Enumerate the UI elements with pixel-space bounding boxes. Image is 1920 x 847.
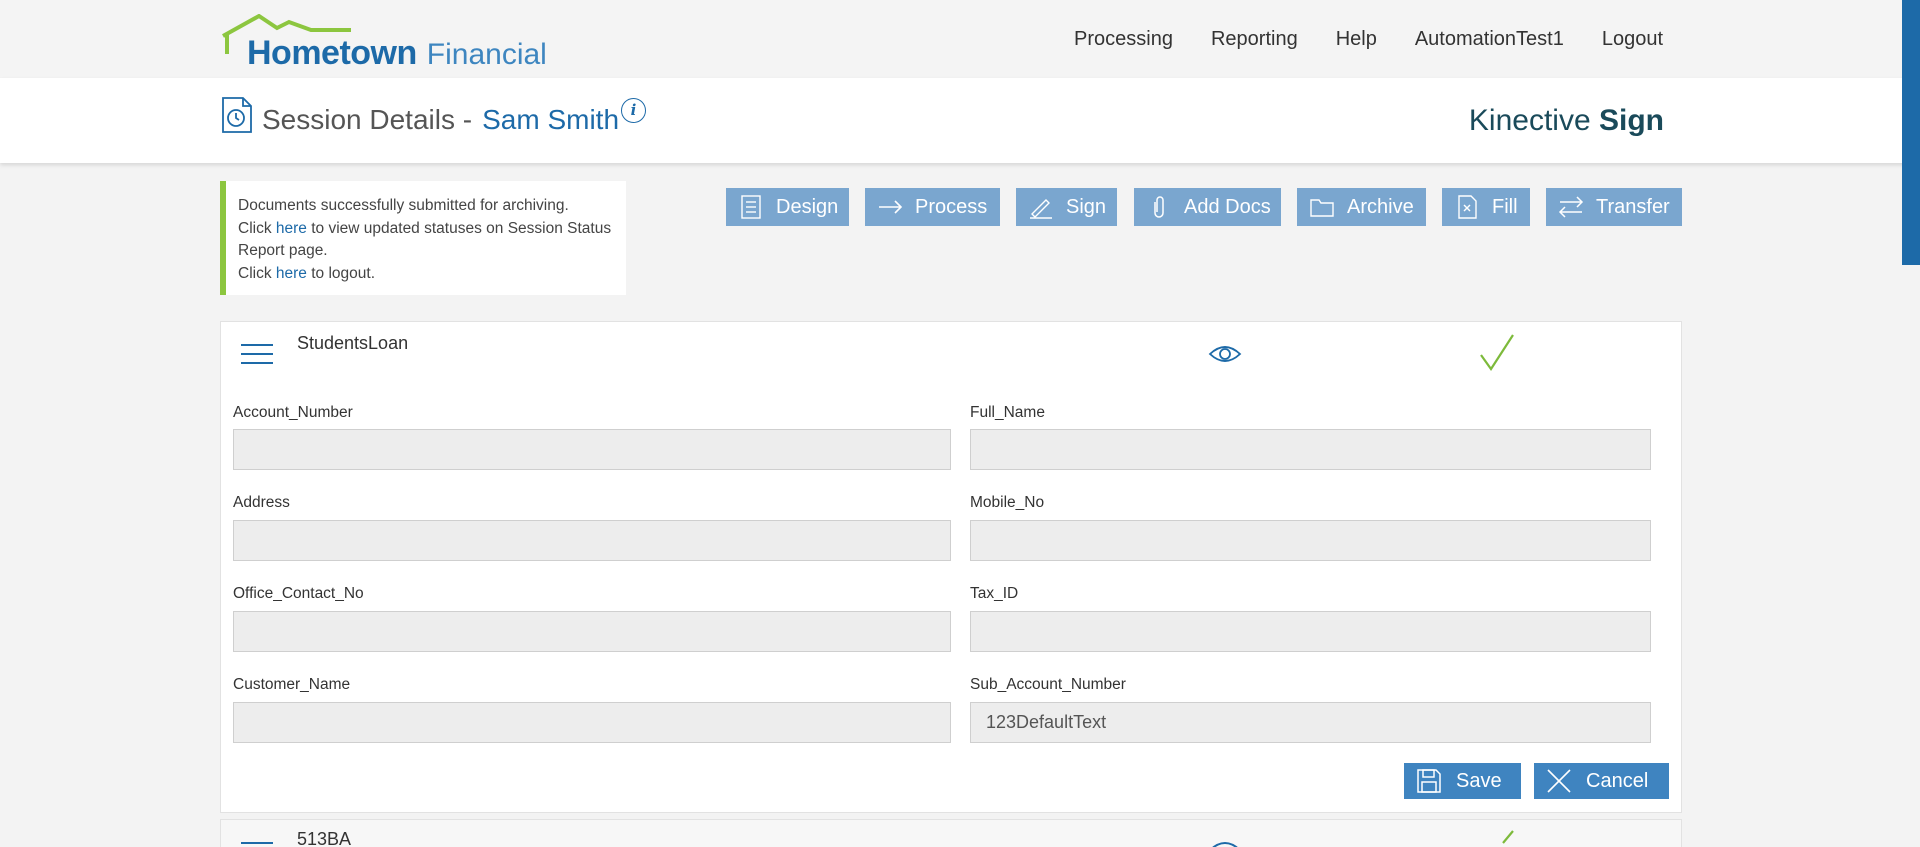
- process-button-label: Process: [915, 195, 988, 218]
- office-contact-no-label: Office_Contact_No: [233, 585, 364, 602]
- tax-id-input[interactable]: [970, 611, 1651, 652]
- nav-help[interactable]: Help: [1336, 28, 1377, 51]
- logo-main-text: Hometown: [247, 34, 417, 72]
- list-icon: [741, 195, 761, 219]
- product-brand: Kinective Sign: [1469, 104, 1664, 138]
- floppy-disk-icon: [1417, 769, 1441, 793]
- session-status-report-link[interactable]: here: [276, 220, 307, 237]
- checkmark-icon: [1480, 334, 1514, 371]
- document-form-panel: StudentsLoan Account_Number Full_Name Ad…: [220, 321, 1682, 813]
- tax-id-label: Tax_ID: [970, 585, 1019, 602]
- logo-sub-text: Financial: [426, 38, 547, 71]
- checkmark-icon: [1502, 830, 1514, 844]
- design-button-label: Design: [776, 195, 839, 218]
- save-button-label: Save: [1456, 769, 1502, 792]
- add-docs-button-label: Add Docs: [1184, 195, 1271, 218]
- notice-line-2: Click here to view updated statuses on S…: [238, 218, 612, 263]
- sign-button-label: Sign: [1066, 195, 1107, 218]
- scrollbar-thumb[interactable]: [1902, 0, 1920, 265]
- sub-account-number-label: Sub_Account_Number: [970, 676, 1126, 693]
- notice-line-3-prefix: Click: [238, 264, 276, 282]
- session-title-label: Session Details -: [262, 104, 473, 135]
- mobile-no-label: Mobile_No: [970, 494, 1045, 511]
- document-name: StudentsLoan: [297, 333, 409, 353]
- nav-logout[interactable]: Logout: [1602, 28, 1663, 51]
- transfer-button-label: Transfer: [1596, 195, 1670, 218]
- archive-button-label: Archive: [1347, 195, 1414, 218]
- hometown-financial-logo[interactable]: Hometown Financial: [221, 14, 561, 74]
- save-button[interactable]: Save: [1404, 763, 1521, 799]
- close-icon: [1547, 769, 1571, 793]
- sub-account-number-input[interactable]: [970, 702, 1651, 743]
- document-name: 513BA: [297, 829, 352, 847]
- nav-reporting[interactable]: Reporting: [1211, 28, 1298, 51]
- session-title-bar: Session Details - Sam Smith i Kinective S…: [0, 78, 1920, 163]
- info-icon[interactable]: i: [621, 98, 646, 123]
- notice-line-2-prefix: Click: [238, 219, 276, 237]
- swap-arrows-icon: [1558, 196, 1584, 218]
- top-header: Hometown Financial Processing Reporting H…: [0, 0, 1920, 78]
- document-x-icon: [1458, 195, 1477, 219]
- address-input[interactable]: [233, 520, 951, 561]
- document-history-icon: [222, 97, 252, 133]
- fill-button[interactable]: Fill: [1442, 188, 1530, 226]
- hamburger-menu-icon[interactable]: [241, 842, 273, 847]
- archive-button[interactable]: Archive: [1297, 188, 1426, 226]
- paperclip-icon: [1154, 196, 1164, 218]
- success-notification: Documents successfully submitted for arc…: [220, 181, 626, 295]
- eye-icon[interactable]: [1208, 838, 1242, 847]
- add-docs-button[interactable]: Add Docs: [1134, 188, 1281, 226]
- page-title: Session Details - Sam Smith: [262, 104, 619, 136]
- customer-name-input[interactable]: [233, 702, 951, 743]
- cancel-button[interactable]: Cancel: [1534, 763, 1669, 799]
- full-name-label: Full_Name: [970, 404, 1045, 421]
- cancel-button-label: Cancel: [1586, 769, 1649, 792]
- notice-line-3-suffix: to logout.: [306, 264, 375, 282]
- nav-processing[interactable]: Processing: [1074, 28, 1173, 51]
- folder-icon: [1310, 199, 1334, 217]
- notice-line-3: Click here to logout.: [238, 263, 612, 286]
- brand-prefix: Kinective: [1468, 104, 1591, 137]
- transfer-button[interactable]: Transfer: [1546, 188, 1682, 226]
- pen-icon: [1030, 199, 1052, 219]
- eye-icon[interactable]: [1208, 342, 1242, 366]
- hamburger-menu-icon[interactable]: [241, 344, 273, 366]
- nav-user[interactable]: AutomationTest1: [1415, 28, 1564, 51]
- notice-line-1: Documents successfully submitted for arc…: [238, 197, 569, 214]
- brand-suffix: Sign: [1599, 104, 1664, 137]
- session-customer-name: Sam Smith: [482, 104, 620, 135]
- full-name-input[interactable]: [970, 429, 1651, 470]
- sign-button[interactable]: Sign: [1016, 188, 1117, 226]
- account-number-label: Account_Number: [233, 404, 353, 421]
- design-button[interactable]: Design: [726, 188, 849, 226]
- address-label: Address: [233, 494, 290, 511]
- main-nav: Processing Reporting Help AutomationTest…: [1074, 28, 1663, 51]
- customer-name-label: Customer_Name: [233, 676, 351, 693]
- office-contact-no-input[interactable]: [233, 611, 951, 652]
- mobile-no-input[interactable]: [970, 520, 1651, 561]
- fill-button-label: Fill: [1492, 195, 1518, 218]
- process-button[interactable]: Process: [865, 188, 1000, 226]
- logout-link[interactable]: here: [276, 265, 307, 282]
- account-number-input[interactable]: [233, 429, 951, 470]
- arrow-right-icon: [879, 200, 903, 214]
- second-document-panel: 513BA: [220, 819, 1682, 847]
